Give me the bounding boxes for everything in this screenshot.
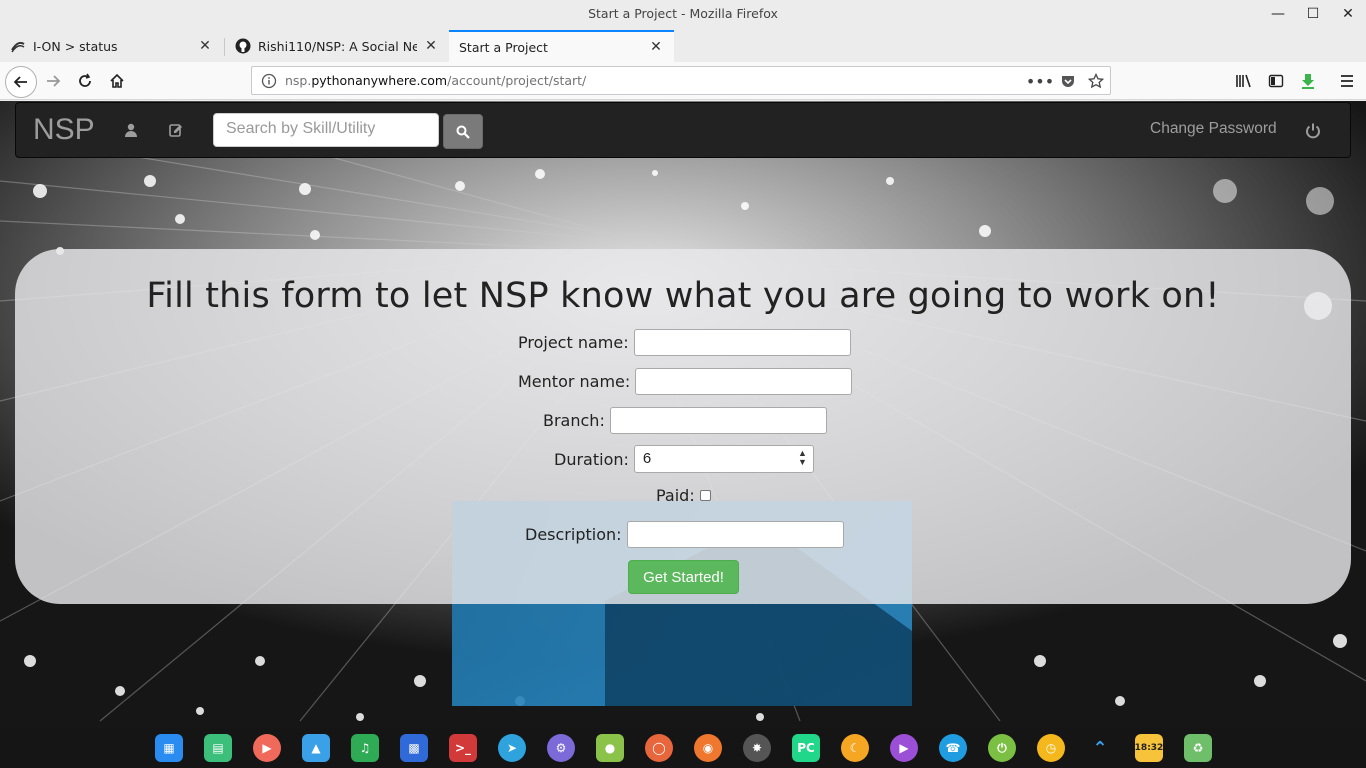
tab-start-project[interactable]: Start a Project ✕	[449, 30, 674, 62]
tab-ion-status[interactable]: I-ON > status ✕	[0, 30, 223, 62]
home-icon[interactable]	[104, 68, 130, 94]
paid-checkbox[interactable]	[699, 490, 711, 501]
duration-row: Duration: 6 ▲ ▼	[554, 445, 814, 473]
launcher-icon[interactable]: ▦	[155, 734, 183, 762]
url-text[interactable]: nsp.pythonanywhere.com/account/project/s…	[285, 73, 586, 88]
skill-search-input[interactable]: Search by Skill/Utility	[213, 113, 439, 147]
files-icon[interactable]: ▤	[204, 734, 232, 762]
mentor-name-label: Mentor name:	[518, 372, 631, 391]
search-icon	[456, 125, 470, 139]
spider-icon[interactable]: ✸	[743, 734, 771, 762]
change-password-link[interactable]: Change Password	[1150, 120, 1277, 138]
duration-label: Duration:	[554, 449, 629, 469]
movie-icon[interactable]: ▩	[400, 734, 428, 762]
browser-navbar: nsp.pythonanywhere.com/account/project/s…	[0, 62, 1366, 100]
settings-icon[interactable]: ⚙	[547, 734, 575, 762]
forward-icon[interactable]	[40, 68, 66, 94]
menu-icon[interactable]	[1334, 68, 1360, 94]
video-icon[interactable]: ▶	[253, 734, 281, 762]
ion-favicon-icon	[10, 38, 26, 54]
project-form-panel: Fill this form to let NSP know what you …	[15, 249, 1351, 604]
bookmark-star-icon[interactable]	[1087, 72, 1105, 90]
sidebar-icon[interactable]	[1263, 68, 1289, 94]
page-content: NSP Search by Skill/Utility Change Passw…	[0, 101, 1366, 728]
logout-power-icon[interactable]	[1304, 122, 1322, 140]
branch-label: Branch:	[543, 411, 605, 430]
url-bar[interactable]: nsp.pythonanywhere.com/account/project/s…	[251, 66, 1111, 95]
spinner-icon[interactable]: ▲ ▼	[798, 449, 807, 467]
project-name-label: Project name:	[518, 333, 629, 352]
store-icon[interactable]: ▲	[302, 734, 330, 762]
window-title: Start a Project - Mozilla Firefox	[588, 6, 778, 21]
edit-icon[interactable]	[168, 122, 184, 138]
duration-number-input[interactable]: 6 ▲ ▼	[633, 445, 814, 473]
download-icon[interactable]	[1295, 68, 1321, 94]
description-label: Description:	[525, 525, 622, 544]
library-icon[interactable]	[1231, 68, 1257, 94]
description-input[interactable]	[626, 521, 844, 548]
description-row: Description:	[525, 521, 844, 548]
github-icon	[235, 38, 251, 54]
branch-input[interactable]	[609, 407, 827, 434]
pocket-icon[interactable]	[1059, 72, 1077, 90]
terminal-icon[interactable]: >_	[449, 734, 477, 762]
back-icon[interactable]	[5, 66, 37, 98]
project-name-input[interactable]	[633, 329, 851, 356]
branch-row: Branch:	[543, 407, 827, 434]
mentor-name-input[interactable]	[635, 368, 853, 395]
close-window-icon[interactable]: ✕	[1338, 4, 1358, 24]
desktop-taskbar: ▦ ▤ ▶ ▲ ♫ ▩ >_ ➤ ⚙ ● ◯ ◉ ✸ PC ☾ ▶ ☎ ⏻ ◷ …	[0, 728, 1366, 768]
mentor-name-row: Mentor name:	[518, 368, 853, 395]
power-icon[interactable]: ⏻	[988, 734, 1016, 762]
reload-icon[interactable]	[72, 68, 98, 94]
form-title: Fill this form to let NSP know what you …	[146, 276, 1220, 316]
project-name-row: Project name:	[518, 329, 851, 356]
pycharm-icon[interactable]: PC	[792, 734, 820, 762]
firefox-icon[interactable]: ◉	[694, 734, 722, 762]
maximize-icon[interactable]: ☐	[1303, 4, 1323, 24]
telegram-icon[interactable]: ➤	[498, 734, 526, 762]
tab-strip: I-ON > status ✕ Rishi110/NSP: A Social N…	[0, 28, 1366, 82]
trash-icon[interactable]: ♻	[1184, 734, 1212, 762]
calendar-icon[interactable]: 18:32	[1135, 734, 1163, 762]
site-info-icon[interactable]	[261, 73, 277, 89]
search-button[interactable]	[443, 114, 483, 149]
phone-icon[interactable]: ☎	[939, 734, 967, 762]
page-actions-icon[interactable]: •••	[1026, 72, 1054, 91]
weather-icon[interactable]: ☾	[841, 734, 869, 762]
minimize-icon[interactable]: —	[1268, 4, 1288, 24]
get-started-button[interactable]: Get Started!	[628, 560, 739, 594]
music-icon[interactable]: ♫	[351, 734, 379, 762]
ubuntu-icon[interactable]: ◯	[645, 734, 673, 762]
paid-label: Paid:	[656, 486, 695, 505]
tab-label: Start a Project	[459, 39, 548, 55]
android-icon[interactable]: ●	[596, 734, 624, 762]
wifi-icon[interactable]: ⌃	[1086, 734, 1114, 762]
close-tab-icon[interactable]: ✕	[648, 39, 664, 55]
user-icon[interactable]	[123, 122, 139, 138]
close-tab-icon[interactable]: ✕	[197, 38, 213, 54]
tab-label: I-ON > status	[33, 38, 118, 54]
site-brand[interactable]: NSP	[33, 113, 95, 147]
media-player-icon[interactable]: ▶	[890, 734, 918, 762]
tab-label: Rishi110/NSP: A Social Netwo	[258, 38, 417, 54]
duration-value: 6	[642, 450, 652, 467]
clock-icon[interactable]: ◷	[1037, 734, 1065, 762]
paid-row: Paid:	[656, 486, 711, 505]
close-tab-icon[interactable]: ✕	[423, 38, 439, 54]
window-titlebar: Start a Project - Mozilla Firefox — ☐ ✕	[0, 0, 1366, 28]
tab-github-nsp[interactable]: Rishi110/NSP: A Social Netwo ✕	[225, 30, 449, 62]
site-navbar: NSP Search by Skill/Utility Change Passw…	[15, 102, 1351, 158]
